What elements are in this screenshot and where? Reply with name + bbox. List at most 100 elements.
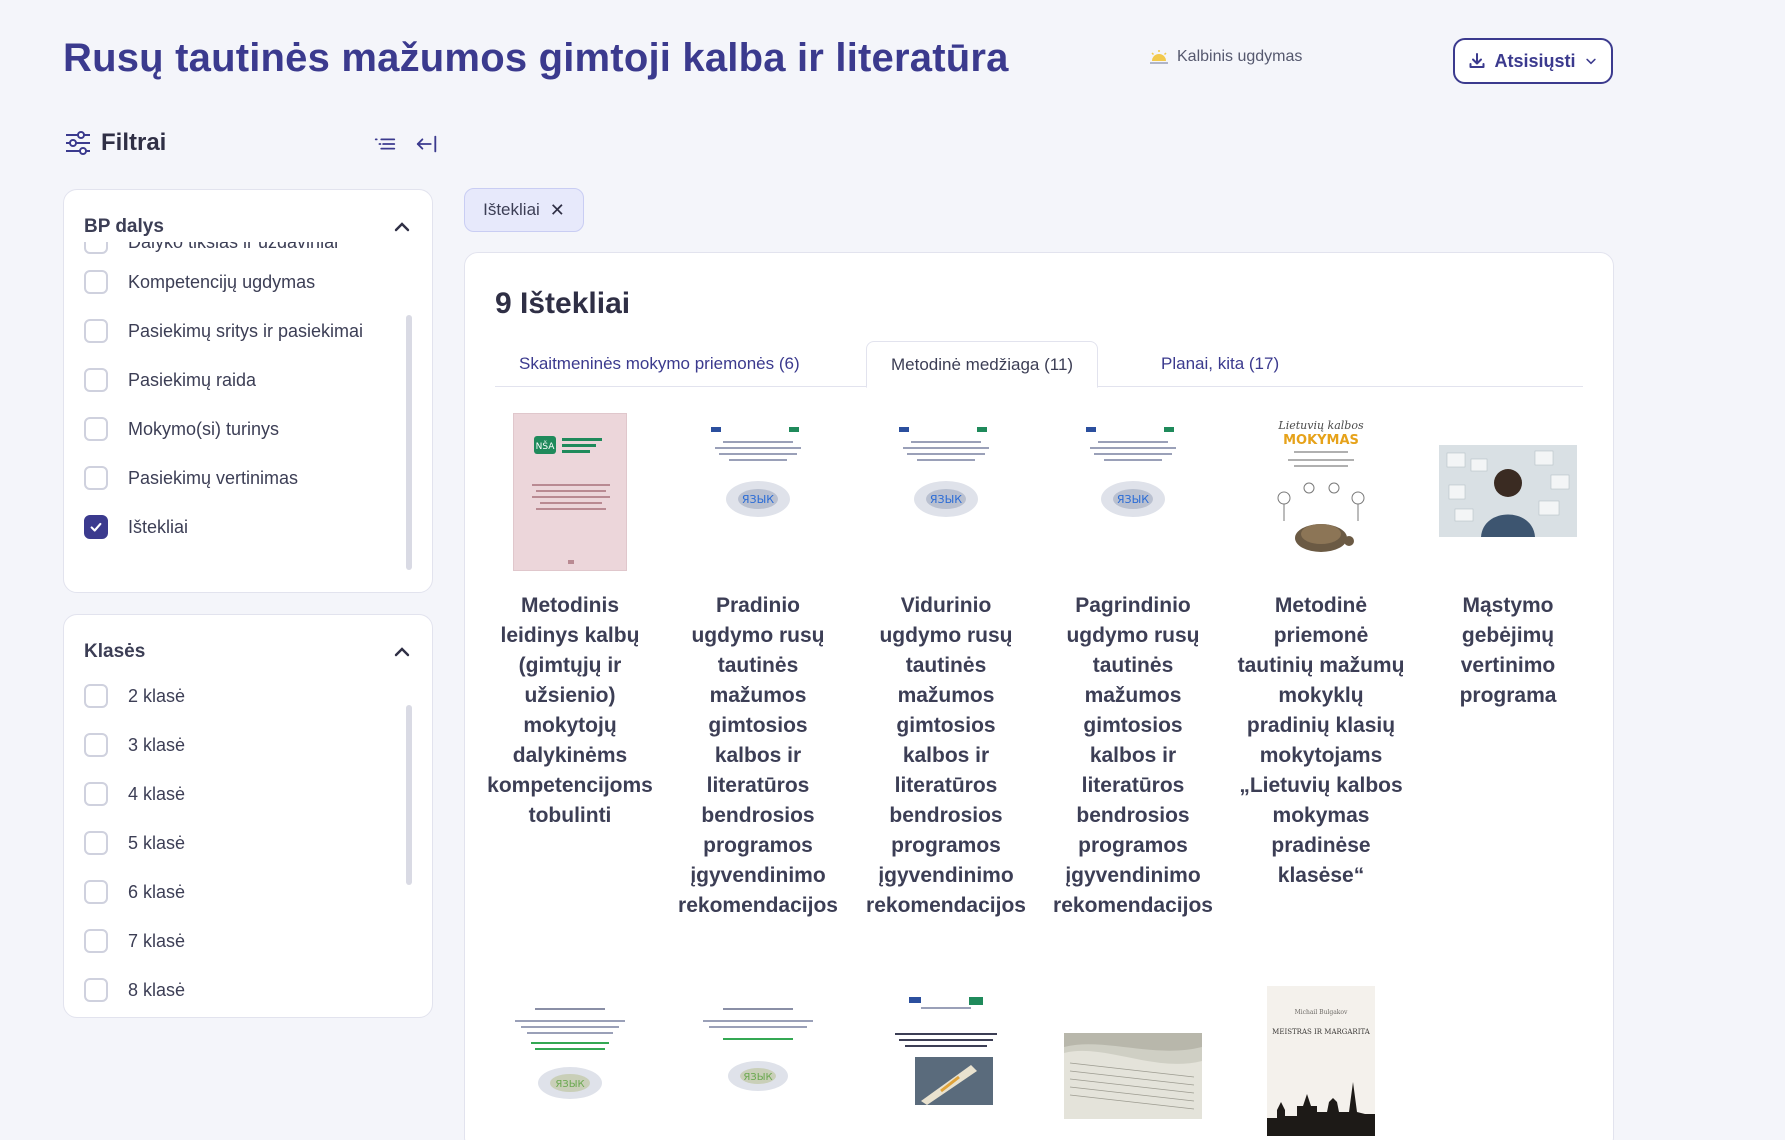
resource-thumbnail: Lietuvių kalbos MOKYMAS (1264, 413, 1378, 563)
resource-card[interactable]: ЯЗЫК Vidurinio ugdymo rusų tautinės mažu… (861, 413, 1031, 973)
resource-card[interactable]: Michail Bulgakov MEISTRAS IR MARGARITA (1236, 986, 1406, 1140)
results-panel: 9 Ištekliai Skaitmeninės mokymo priemonė… (464, 252, 1614, 1140)
filter-option-label: Dalyko tikslas ir uždaviniai (128, 242, 338, 253)
download-label: Atsisiųsti (1494, 50, 1576, 71)
page-title: Rusų tautinės mažumos gimtoji kalba ir l… (63, 36, 1009, 80)
filter-option[interactable]: Pasiekimų vertinimas (84, 465, 298, 491)
resource-title: Vidurinio ugdymo rusų tautinės mažumos g… (866, 594, 1026, 917)
resource-card[interactable] (861, 991, 1031, 1140)
checkbox[interactable] (84, 831, 108, 855)
tab-plans-other[interactable]: Planai, kita (17) (1137, 341, 1303, 387)
resource-card[interactable]: ЯЗЫК Pradinio ugdymo rusų tautinės mažum… (673, 413, 843, 973)
checkbox[interactable] (84, 782, 108, 806)
checkbox[interactable] (84, 368, 108, 392)
filter-option[interactable]: Mokymo(si) turinys (84, 416, 279, 442)
chip-label: Ištekliai (483, 200, 540, 219)
svg-text:ЯЗЫК: ЯЗЫК (930, 493, 962, 506)
filter-option-label: 7 klasė (128, 930, 186, 951)
resource-title: Metodinė priemonė tautinių mažumų mokykl… (1237, 594, 1405, 887)
filter-option-label: 8 klasė (128, 979, 186, 1000)
bp-parts-filter: BP dalys Dalyko tikslas ir uždaviniai Ko… (63, 189, 433, 593)
download-button[interactable]: Atsisiųsti (1453, 38, 1613, 84)
resource-thumbnail (1064, 1033, 1202, 1119)
filter-option[interactable]: 5 klasė (84, 830, 185, 856)
chevron-up-icon[interactable] (392, 642, 412, 662)
checkbox[interactable] (84, 880, 108, 904)
resource-thumbnail: NŠA (513, 413, 627, 571)
scrollbar[interactable] (406, 705, 412, 885)
resource-thumbnail: ЯЗЫК (889, 413, 1003, 533)
bp-parts-header[interactable]: BP dalys (84, 216, 412, 238)
chevron-down-icon (1585, 58, 1596, 65)
filter-option-label: Pasiekimų raida (128, 369, 257, 390)
resource-card[interactable]: Mąstymo gebėjimų vertinimo programa (1423, 413, 1593, 713)
chevron-up-icon[interactable] (392, 217, 412, 237)
page: Rusų tautinės mažumos gimtoji kalba ir l… (12, 0, 1785, 1140)
filter-option-label: 5 klasė (128, 832, 186, 853)
resource-thumbnail (881, 991, 1011, 1111)
subject-area-badge: Kalbinis ugdymas (1149, 48, 1302, 66)
collapse-sidebar-icon[interactable] (414, 131, 440, 157)
filter-option[interactable]: 4 klasė (84, 781, 185, 807)
filter-option[interactable]: 3 klasė (84, 732, 185, 758)
resource-tabs: Skaitmeninės mokymo priemonės (6) Metodi… (495, 341, 1583, 388)
filter-option[interactable]: 6 klasė (84, 879, 185, 905)
resource-card[interactable] (1048, 1033, 1218, 1140)
cover-author: Michail Bulgakov (1295, 1009, 1348, 1016)
filter-tools (372, 131, 440, 157)
resource-thumbnail (1439, 445, 1577, 537)
checkbox[interactable] (84, 319, 108, 343)
checkbox[interactable] (84, 733, 108, 757)
checkbox[interactable] (84, 929, 108, 953)
filter-option[interactable]: Pasiekimų raida (84, 367, 256, 393)
checkbox[interactable] (84, 417, 108, 441)
resource-card[interactable]: ЯЗЫК Pagrindinio ugdymo rusų tautinės ma… (1048, 413, 1218, 973)
resource-card[interactable]: ЯЗЫК (673, 998, 843, 1140)
filter-option[interactable]: 2 klasė (84, 683, 185, 709)
svg-text:NŠA: NŠA (536, 440, 556, 452)
filter-option-label: 4 klasė (128, 783, 186, 804)
resource-thumbnail: Michail Bulgakov MEISTRAS IR MARGARITA (1267, 986, 1375, 1136)
filter-option-label: 2 klasė (128, 685, 186, 706)
filter-option[interactable]: Pasiekimų sritys ir pasiekimai (84, 318, 363, 344)
checkbox[interactable] (84, 684, 108, 708)
resource-card[interactable]: ЯЗЫК (485, 998, 655, 1140)
filter-option-label: 6 klasė (128, 881, 186, 902)
resource-thumbnail: ЯЗЫК (701, 413, 815, 533)
resource-card[interactable]: NŠA Metodinis leidinys kalbų (gimtųjų ir… (485, 413, 655, 833)
grades-header[interactable]: Klasės (84, 641, 412, 663)
checkbox[interactable] (84, 978, 108, 1002)
checkbox-checked[interactable] (84, 515, 108, 539)
grades-list: 2 klasė 3 klasė 4 klasė 5 klasė 6 klasė … (84, 683, 396, 1007)
bp-parts-list: Dalyko tikslas ir uždaviniai Kompetencij… (84, 242, 396, 574)
filter-option[interactable]: Dalyko tikslas ir uždaviniai (84, 242, 338, 255)
checkbox[interactable] (84, 270, 108, 294)
remove-filter-icon[interactable]: ✕ (550, 200, 565, 221)
subject-area-label: Kalbinis ugdymas (1177, 48, 1303, 65)
filter-option[interactable]: Kompetencijų ugdymas (84, 269, 315, 295)
sunrise-icon (1150, 50, 1168, 64)
grades-filter: Klasės 2 klasė 3 klasė 4 klasė 5 klasė 6… (63, 614, 433, 1018)
resource-thumbnail: ЯЗЫК (1076, 413, 1190, 533)
filter-option-label: Pasiekimų sritys ir pasiekimai (128, 320, 364, 341)
filters-title: Filtrai (101, 129, 167, 156)
resource-title: Mąstymo gebėjimų vertinimo programa (1459, 594, 1557, 707)
filter-option[interactable]: 8 klasė (84, 977, 185, 1003)
tab-digital-tools[interactable]: Skaitmeninės mokymo priemonės (6) (495, 341, 824, 387)
filter-option[interactable]: 7 klasė (84, 928, 185, 954)
scrollbar[interactable] (406, 315, 412, 570)
svg-text:ЯЗЫК: ЯЗЫК (743, 1072, 772, 1083)
cover-title-line2: MOKYMAS (1283, 433, 1359, 448)
tab-methodical-material[interactable]: Metodinė medžiaga (11) (866, 341, 1099, 388)
checkbox[interactable] (84, 242, 108, 254)
svg-text:ЯЗЫК: ЯЗЫК (1117, 493, 1149, 506)
cover-title-line1: Lietuvių kalbos (1277, 419, 1364, 432)
sliders-icon (66, 131, 90, 155)
checkbox[interactable] (84, 466, 108, 490)
filter-option[interactable]: Ištekliai (84, 514, 188, 540)
cover-book-title: MEISTRAS IR MARGARITA (1272, 1028, 1371, 1036)
resource-card[interactable]: Lietuvių kalbos MOKYMAS Metodinė priemon… (1236, 413, 1406, 973)
resource-title: Pagrindinio ugdymo rusų tautinės mažumos… (1053, 594, 1213, 917)
list-view-icon[interactable] (372, 131, 398, 157)
filters-header: Filtrai (63, 128, 166, 158)
